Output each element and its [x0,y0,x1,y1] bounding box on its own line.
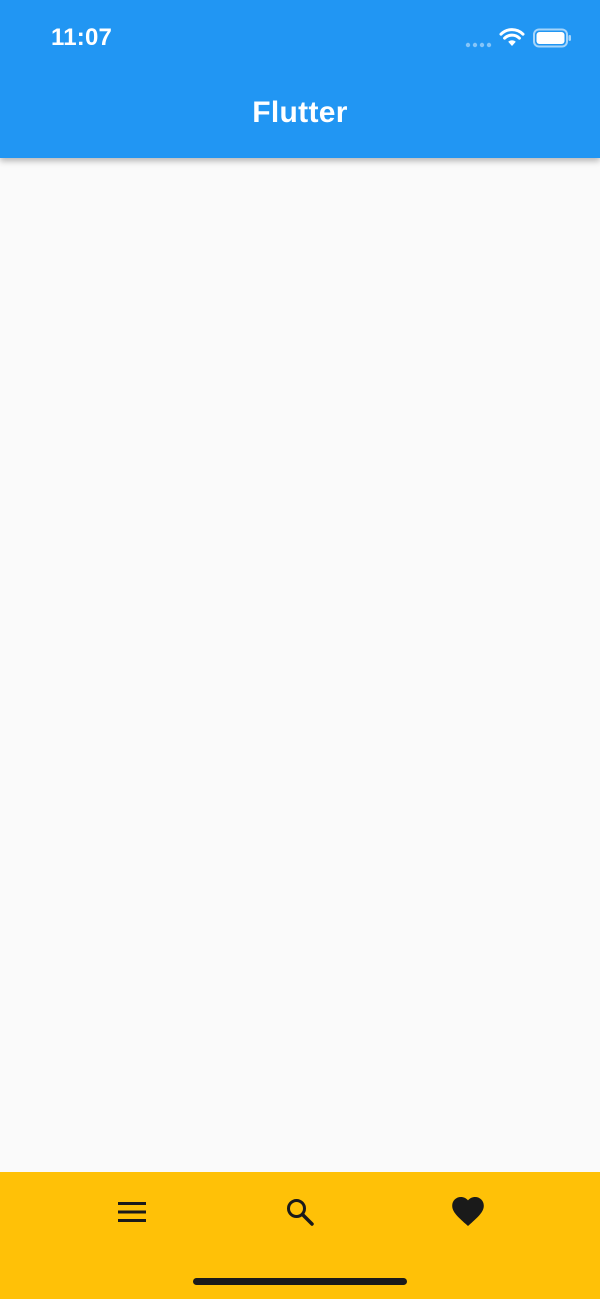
battery-icon [533,28,571,48]
menu-icon [118,1202,146,1222]
app-bar: 11:07 Flutter [0,0,600,158]
favorite-button[interactable] [440,1184,496,1240]
signal-icon [465,42,492,48]
menu-button[interactable] [104,1184,160,1240]
status-time: 11:07 [51,24,113,51]
content-area [0,158,600,1172]
search-button[interactable] [272,1184,328,1240]
bottom-app-bar [0,1172,600,1299]
page-title: Flutter [252,96,348,129]
search-icon [287,1199,314,1226]
heart-icon [452,1197,484,1226]
home-indicator[interactable] [193,1278,407,1285]
wifi-icon [499,28,525,46]
